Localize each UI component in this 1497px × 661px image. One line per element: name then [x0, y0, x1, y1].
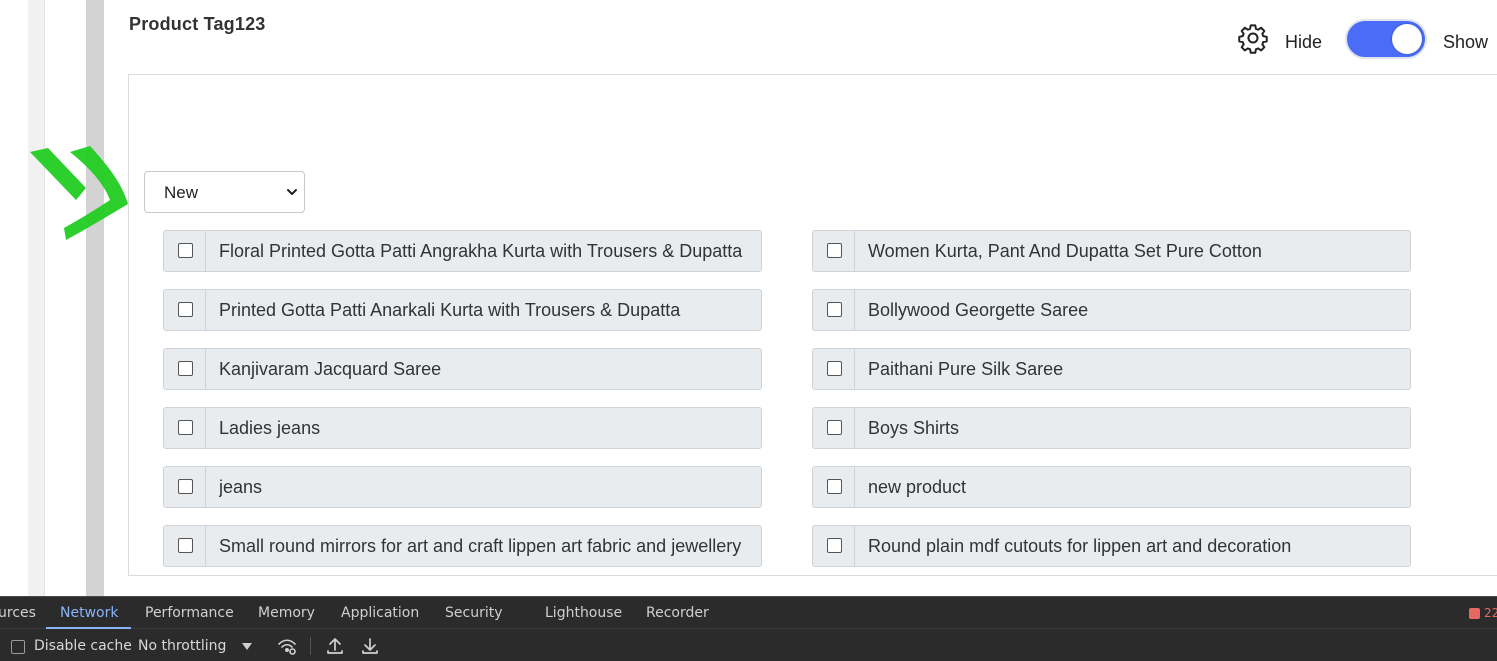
product-checkbox[interactable] — [178, 479, 193, 494]
tab-network[interactable]: Network — [60, 605, 118, 621]
product-checkbox[interactable] — [827, 420, 842, 435]
list-item[interactable]: Paithani Pure Silk Saree — [812, 348, 1411, 390]
tab-lighthouse[interactable]: Lighthouse — [545, 605, 622, 621]
product-label: Small round mirrors for art and craft li… — [219, 536, 742, 556]
chevron-down-icon — [287, 189, 297, 195]
list-item[interactable]: Printed Gotta Patti Anarkali Kurta with … — [163, 289, 762, 331]
network-conditions-icon[interactable] — [277, 636, 297, 656]
product-checkbox[interactable] — [178, 302, 193, 317]
checkbox-cell — [164, 349, 206, 389]
checkbox-cell — [813, 408, 855, 448]
product-label: Round plain mdf cutouts for lippen art a… — [868, 536, 1292, 556]
list-item[interactable]: Boys Shirts — [812, 407, 1411, 449]
devtools-tabbar: urces Network Performance Memory Applica… — [0, 597, 1497, 629]
product-label: Ladies jeans — [219, 418, 321, 438]
checkbox-cell — [813, 467, 855, 507]
page: Product Tag123 Hide Show New Floral Prin… — [0, 0, 1497, 661]
tab-sources[interactable]: urces — [0, 605, 36, 621]
product-checkbox[interactable] — [178, 538, 193, 553]
chevron-down-icon — [242, 643, 252, 650]
product-checkbox[interactable] — [827, 243, 842, 258]
list-item[interactable]: Women Kurta, Pant And Dupatta Set Pure C… — [812, 230, 1411, 272]
issues-flag-icon — [1469, 608, 1480, 619]
product-checkbox[interactable] — [827, 361, 842, 376]
devtools-panel: urces Network Performance Memory Applica… — [0, 596, 1497, 661]
status-select-value: New — [164, 183, 199, 202]
tab-application[interactable]: Application — [341, 605, 419, 621]
product-label: Printed Gotta Patti Anarkali Kurta with … — [219, 300, 681, 320]
visibility-controls: Hide Show — [1237, 16, 1497, 60]
left-sidebar-strip — [28, 0, 45, 596]
disable-cache-checkbox[interactable] — [11, 640, 25, 654]
product-label: Bollywood Georgette Saree — [868, 300, 1089, 320]
left-scroll-strip[interactable] — [86, 0, 104, 596]
tab-performance[interactable]: Performance — [145, 605, 234, 621]
tab-memory[interactable]: Memory — [258, 605, 315, 621]
tab-security[interactable]: Security — [445, 605, 503, 621]
checkbox-cell — [813, 290, 855, 330]
product-label: Boys Shirts — [868, 418, 960, 438]
download-icon[interactable] — [360, 636, 380, 656]
product-label: new product — [868, 477, 967, 497]
list-item[interactable]: Kanjivaram Jacquard Saree — [163, 348, 762, 390]
list-item[interactable]: jeans — [163, 466, 762, 508]
product-label: Kanjivaram Jacquard Saree — [219, 359, 442, 379]
section-title: Product Tag123 — [129, 14, 266, 34]
checkbox-cell — [164, 231, 206, 271]
checkbox-cell — [164, 290, 206, 330]
disable-cache-label: Disable cache — [34, 638, 132, 654]
checkbox-cell — [164, 408, 206, 448]
list-item[interactable]: Ladies jeans — [163, 407, 762, 449]
upload-icon[interactable] — [325, 636, 345, 656]
list-item[interactable]: Small round mirrors for art and craft li… — [163, 525, 762, 567]
network-toolbar: Disable cache No throttling — [0, 630, 1497, 661]
status-select[interactable]: New — [144, 171, 305, 213]
product-label: Women Kurta, Pant And Dupatta Set Pure C… — [868, 241, 1262, 261]
issues-count: 22 — [1484, 606, 1497, 620]
product-checkbox[interactable] — [178, 420, 193, 435]
issues-badge[interactable]: 22 — [1469, 606, 1497, 621]
list-item[interactable]: Floral Printed Gotta Patti Angrakha Kurt… — [163, 230, 762, 272]
list-item[interactable]: Round plain mdf cutouts for lippen art a… — [812, 525, 1411, 567]
show-label: Show — [1443, 32, 1489, 52]
checkbox-cell — [813, 526, 855, 566]
product-checkbox[interactable] — [827, 538, 842, 553]
product-checkbox[interactable] — [178, 243, 193, 258]
checkbox-cell — [164, 467, 206, 507]
throttling-select[interactable]: No throttling — [138, 638, 226, 654]
product-checkbox[interactable] — [827, 479, 842, 494]
product-label: Floral Printed Gotta Patti Angrakha Kurt… — [219, 241, 743, 261]
checkbox-cell — [813, 349, 855, 389]
product-checkbox[interactable] — [178, 361, 193, 376]
product-label: Paithani Pure Silk Saree — [868, 359, 1064, 379]
hide-label: Hide — [1285, 32, 1323, 52]
toggle-knob — [1392, 24, 1422, 54]
annotation-arrow-icon — [30, 146, 128, 240]
gear-icon[interactable] — [1237, 22, 1269, 54]
product-checkbox[interactable] — [827, 302, 842, 317]
tab-recorder[interactable]: Recorder — [646, 605, 709, 621]
list-item[interactable]: new product — [812, 466, 1411, 508]
checkbox-cell — [164, 526, 206, 566]
toolbar-divider — [310, 637, 311, 655]
checkbox-cell — [813, 231, 855, 271]
list-item[interactable]: Bollywood Georgette Saree — [812, 289, 1411, 331]
show-hide-toggle[interactable] — [1345, 19, 1427, 59]
product-label: jeans — [219, 477, 263, 497]
active-tab-indicator — [46, 627, 131, 629]
